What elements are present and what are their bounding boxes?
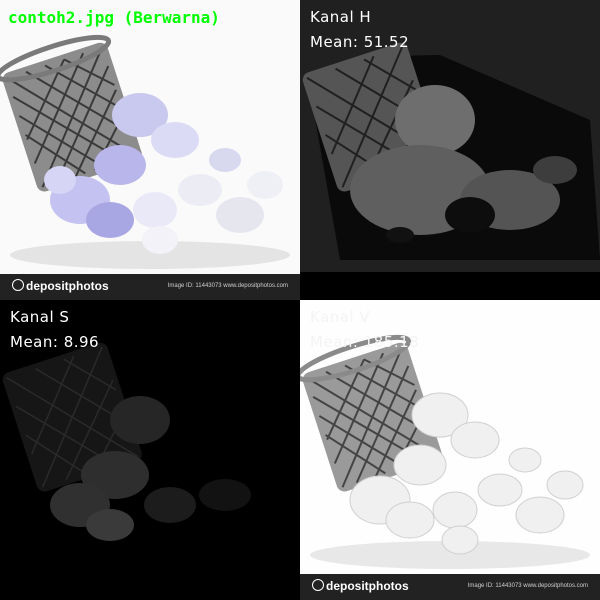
wastebasket-photo-rgb bbox=[0, 0, 300, 300]
panel-channel-v: Kanal V Mean: 185.18 depositphotos Image… bbox=[300, 300, 600, 600]
channel-mean: Mean: 185.18 bbox=[310, 333, 420, 351]
channel-mean: Mean: 51.52 bbox=[310, 33, 410, 51]
depositphotos-logo: depositphotos bbox=[312, 579, 409, 593]
panel-rgb-image: contoh2.jpg (Berwarna) depositphotos Ima… bbox=[0, 0, 300, 300]
watermark-bar: depositphotos Image ID: 11443073 www.dep… bbox=[300, 574, 600, 600]
image-title: contoh2.jpg (Berwarna) bbox=[8, 8, 220, 27]
brand-text: depositphotos bbox=[26, 279, 109, 293]
image-id-text: Image ID: 11443073 www.depositphotos.com bbox=[467, 583, 588, 589]
image-id-text: Image ID: 11443073 www.depositphotos.com bbox=[167, 283, 288, 289]
panel-channel-s: Kanal S Mean: 8.96 bbox=[0, 300, 300, 600]
brand-text: depositphotos bbox=[326, 579, 409, 593]
depositphotos-logo: depositphotos bbox=[12, 279, 109, 293]
depositphotos-icon bbox=[312, 579, 324, 591]
depositphotos-icon bbox=[12, 279, 24, 291]
channel-mean: Mean: 8.96 bbox=[10, 333, 100, 351]
channel-label: Kanal S bbox=[10, 308, 70, 326]
watermark-bar: depositphotos Image ID: 11443073 www.dep… bbox=[0, 274, 300, 300]
channel-label: Kanal V bbox=[310, 308, 371, 326]
panel-channel-h: Kanal H Mean: 51.52 bbox=[300, 0, 600, 300]
channel-label: Kanal H bbox=[310, 8, 372, 26]
